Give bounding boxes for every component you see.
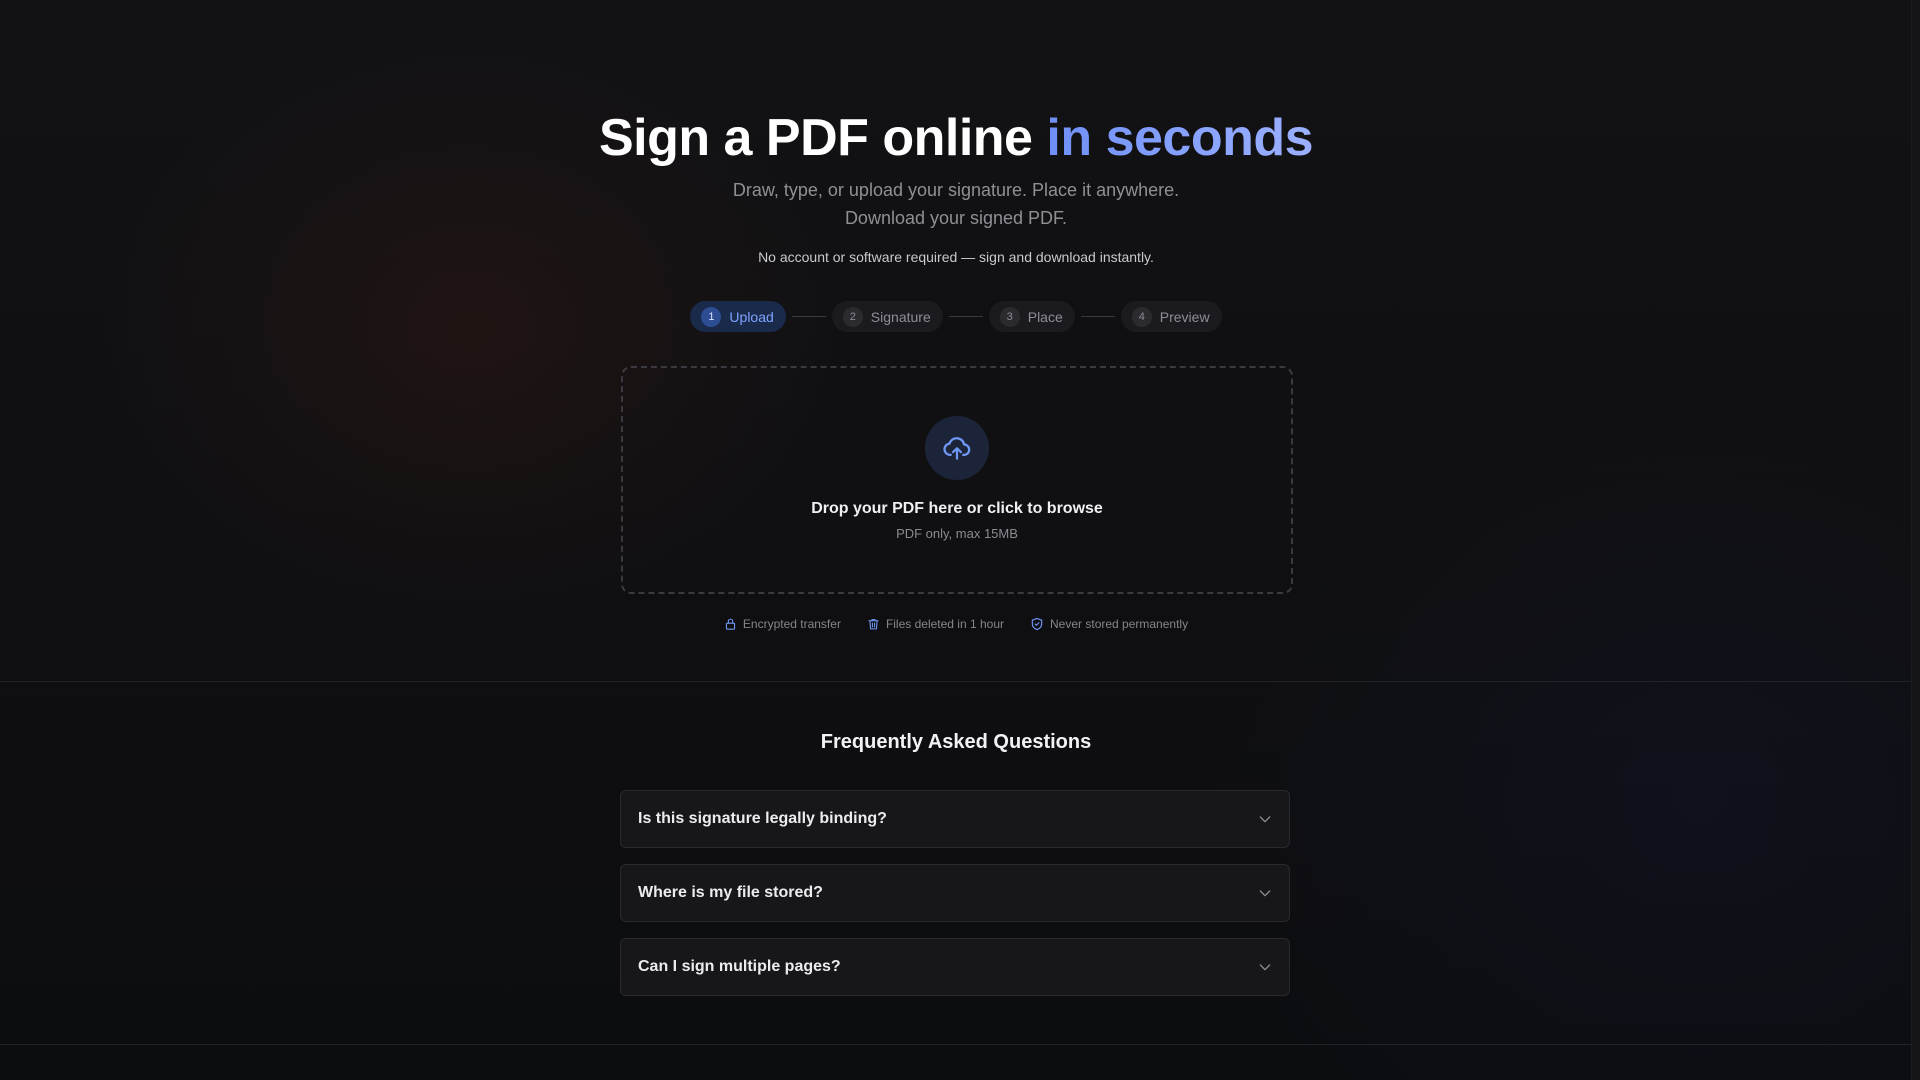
- page-title: Sign a PDF online in seconds: [0, 104, 1912, 172]
- step-place[interactable]: 3 Place: [988, 301, 1075, 332]
- trash-icon: [868, 619, 879, 630]
- chevron-down-icon: [1259, 816, 1271, 823]
- dropzone-title: Drop your PDF here or click to browse: [811, 500, 1103, 517]
- section-divider: [0, 681, 1912, 682]
- hero-note: No account or software required — sign a…: [758, 249, 1154, 265]
- step-label: Signature: [870, 308, 931, 325]
- trust-label: Files deleted in 1 hour: [885, 617, 1005, 631]
- step-connector: [948, 316, 983, 317]
- faq-question: Can I sign multiple pages?: [638, 958, 841, 975]
- stepper: 1 Upload 2 Signature 3 Place 4 Preview: [0, 301, 1912, 332]
- step-upload[interactable]: 1 Upload: [690, 301, 786, 332]
- faq-title: Frequently Asked Questions: [820, 731, 1092, 753]
- faq-item-file-stored[interactable]: Where is my file stored?: [620, 864, 1290, 922]
- footer-divider: [0, 1044, 1912, 1045]
- step-label: Place: [1027, 308, 1063, 325]
- dropzone-hint: PDF only, max 15MB: [896, 526, 1018, 541]
- pdf-dropzone[interactable]: Drop your PDF here or click to browse PD…: [621, 366, 1293, 594]
- title-accent: in seconds: [1046, 109, 1314, 167]
- subtitle-line-1: Draw, type, or upload your signature. Pl…: [732, 180, 1180, 200]
- subtitle-line-2: Download your signed PDF.: [844, 208, 1068, 228]
- chevron-down-icon: [1259, 964, 1271, 971]
- faq-item-legally-binding[interactable]: Is this signature legally binding?: [620, 790, 1290, 848]
- step-number: 4: [1131, 306, 1152, 327]
- trust-item-encrypted: Encrypted transfer: [724, 617, 841, 631]
- trust-label: Encrypted transfer: [742, 617, 841, 631]
- trust-item-deleted: Files deleted in 1 hour: [867, 617, 1004, 631]
- upload-icon-circle: [925, 416, 989, 480]
- chevron-down-icon: [1259, 890, 1271, 897]
- hero-subtitle: Draw, type, or upload your signature. Pl…: [0, 176, 1912, 232]
- shield-check-icon: [1031, 617, 1043, 631]
- step-signature[interactable]: 2 Signature: [831, 301, 943, 332]
- step-number: 2: [842, 306, 863, 327]
- trust-label: Never stored permanently: [1050, 617, 1189, 631]
- step-label: Upload: [729, 308, 774, 325]
- step-preview[interactable]: 4 Preview: [1120, 301, 1222, 332]
- step-number: 1: [701, 306, 722, 327]
- title-main: Sign a PDF online: [598, 109, 1047, 167]
- page: Sign a PDF online in seconds Draw, type,…: [0, 0, 1920, 1080]
- trust-item-never-stored: Never stored permanently: [1030, 617, 1188, 631]
- faq-question: Where is my file stored?: [638, 884, 823, 901]
- trust-badges: Encrypted transfer Files deleted in 1 ho…: [0, 617, 1912, 631]
- scrollbar[interactable]: [1911, 0, 1920, 1080]
- step-number: 3: [999, 306, 1020, 327]
- lock-icon: [725, 618, 735, 630]
- step-connector: [1080, 316, 1115, 317]
- faq-item-multiple-pages[interactable]: Can I sign multiple pages?: [620, 938, 1290, 996]
- step-connector: [791, 316, 826, 317]
- faq-question: Is this signature legally binding?: [638, 810, 887, 827]
- cloud-upload-icon: [943, 437, 971, 460]
- step-label: Preview: [1159, 308, 1210, 325]
